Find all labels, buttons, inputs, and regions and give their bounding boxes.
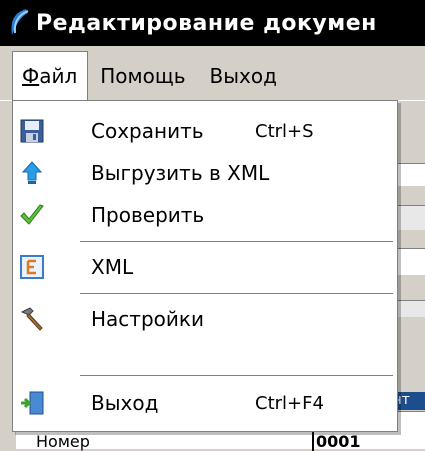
menu-file[interactable]: Файл [12,51,89,100]
menu-item-save-label: Сохранить [91,119,204,143]
bg-field [398,163,425,186]
menu-item-exit-label: Выход [91,391,159,415]
menu-item-settings-label: Настройки [91,307,204,331]
hammer-icon [20,307,43,331]
menu-item-save[interactable]: Сохранить Ctrl+S [13,111,397,151]
grid-value-number[interactable]: 0001 [312,432,416,451]
menu-item-xml[interactable]: XML [13,247,397,287]
upload-arrow-icon [21,161,43,184]
bg-field [398,248,425,275]
menu-item-xml-label: XML [91,255,134,279]
floppy-disk-icon [20,119,44,143]
menu-item-exit[interactable]: Выход Ctrl+F4 [13,383,397,423]
menu-separator [80,293,393,295]
xml-tree-icon [20,255,44,279]
checkmark-icon [20,204,44,225]
bg-field [398,205,425,230]
window-title-bar[interactable]: Редактирование докумен [0,0,425,46]
menu-exit[interactable]: Выход [198,52,289,100]
menu-item-settings[interactable]: Настройки [13,299,397,339]
bg-field [398,300,425,317]
menu-separator [80,375,393,377]
menu-item-export-xml[interactable]: Выгрузить в XML [13,153,397,193]
exit-door-icon [21,391,44,415]
bg-panel [398,101,425,161]
grid-label-number: Номер [36,432,90,451]
menu-file-label: айл [39,64,78,88]
menu-item-export-xml-label: Выгрузить в XML [91,161,270,185]
menu-help[interactable]: Помощь [88,52,197,100]
app-logo-icon [11,9,29,35]
window-title: Редактирование докумен [36,10,377,36]
menu-item-exit-shortcut: Ctrl+F4 [255,392,324,414]
file-menu-dropdown: Сохранить Ctrl+S Выгрузить в XML Провери… [12,100,398,432]
menu-item-save-shortcut: Ctrl+S [255,120,314,142]
menu-item-check-label: Проверить [91,203,205,227]
menu-separator [80,241,393,243]
menu-bar: Файл Помощь Выход [0,46,425,101]
menu-item-check[interactable]: Проверить [13,195,397,235]
menu-file-mnemonic: Ф [22,64,40,88]
